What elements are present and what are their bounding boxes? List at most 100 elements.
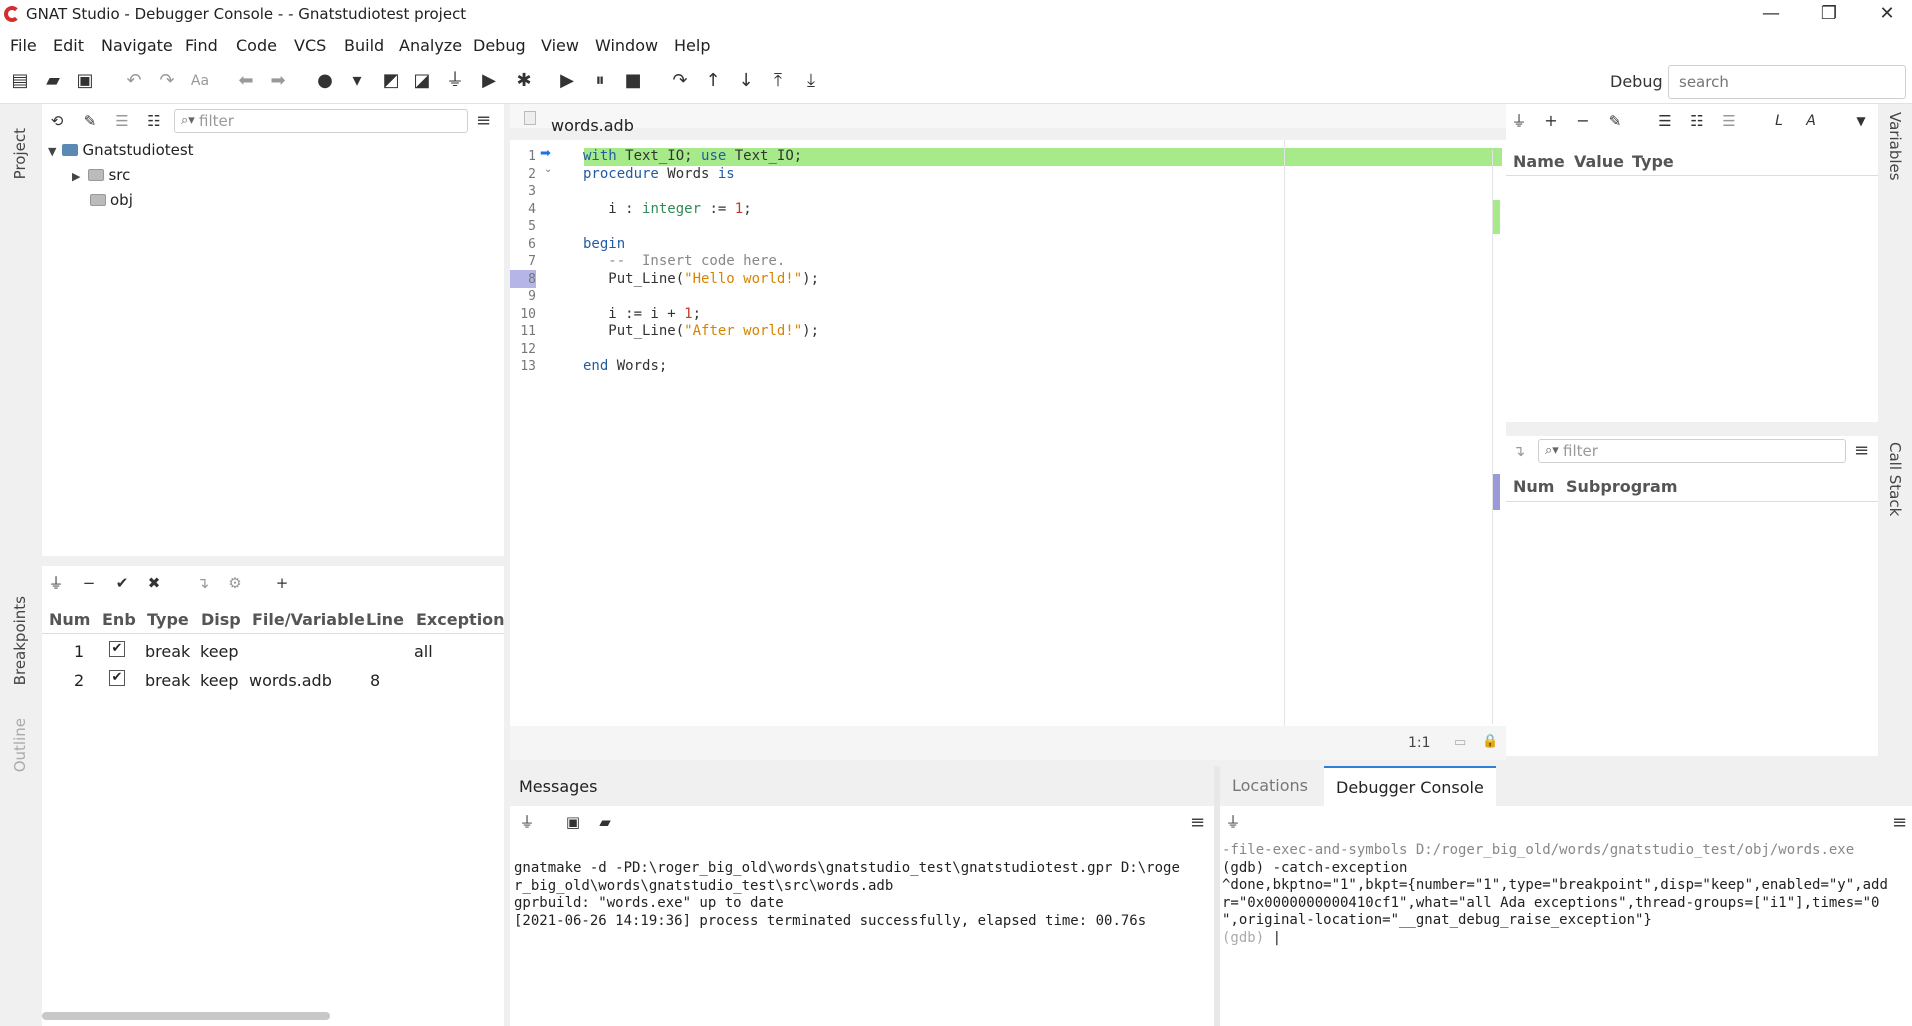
menu-code[interactable]: Code xyxy=(236,36,277,55)
col-enb[interactable]: Enb xyxy=(102,610,136,629)
col-value[interactable]: Value xyxy=(1574,152,1624,171)
compile-check-icon[interactable]: ● xyxy=(314,70,336,92)
tab-project[interactable]: Project xyxy=(11,128,29,179)
callstack-menu-icon[interactable]: ≡ xyxy=(1854,440,1869,461)
chevron-down-icon[interactable]: ▼ xyxy=(48,145,56,158)
debug-run-icon[interactable]: ✱ xyxy=(513,70,535,92)
refresh-icon[interactable]: ⟲ xyxy=(46,110,68,132)
console-output[interactable]: -file-exec-and-symbols D:/roger_big_old/… xyxy=(1222,842,1910,947)
tab-call-stack[interactable]: Call Stack xyxy=(1886,442,1904,516)
back-arrow-icon[interactable]: ⬅ xyxy=(235,70,257,92)
menu-debug[interactable]: Debug xyxy=(473,36,526,55)
build-all-icon[interactable]: ◪ xyxy=(411,70,433,92)
local-vars-icon[interactable]: L xyxy=(1768,110,1790,132)
tab-variables[interactable]: Variables xyxy=(1886,112,1904,181)
menu-window[interactable]: Window xyxy=(595,36,658,55)
col-num[interactable]: Num xyxy=(49,610,90,629)
gear-icon[interactable]: ⚙ xyxy=(224,572,246,594)
table-row[interactable]: 1 ✔ break keep all xyxy=(42,638,504,666)
col-type[interactable]: Type xyxy=(1632,152,1674,171)
menu-find[interactable]: Find xyxy=(185,36,218,55)
step-into-icon[interactable]: ↓ xyxy=(735,70,757,92)
step-down-icon[interactable]: ⤓ xyxy=(800,70,822,92)
save-icon[interactable]: ▣ xyxy=(562,811,584,833)
font-case-icon[interactable]: Aa xyxy=(189,70,211,92)
tab-breakpoints[interactable]: Breakpoints xyxy=(11,596,29,685)
menu-navigate[interactable]: Navigate xyxy=(101,36,173,55)
col-line[interactable]: Line xyxy=(366,610,404,629)
project-filter-input[interactable]: ⌕▾ filter xyxy=(174,109,468,133)
menu-help[interactable]: Help xyxy=(674,36,710,55)
disable-icon[interactable]: ✖ xyxy=(143,572,165,594)
lock-icon[interactable]: 🔒 xyxy=(1482,734,1498,749)
tree-row-root[interactable]: ▼ Gnatstudiotest xyxy=(48,138,194,163)
close-button[interactable]: ✕ xyxy=(1858,0,1912,30)
build-icon[interactable]: ▾ xyxy=(346,70,368,92)
editor-scrollbar[interactable] xyxy=(1492,150,1500,724)
fold-chevron-icon[interactable]: ⌄ xyxy=(544,164,552,175)
splitter-left[interactable] xyxy=(0,556,504,566)
col-num[interactable]: Num xyxy=(1513,477,1554,496)
indent-icon[interactable]: ☰ xyxy=(1654,110,1676,132)
clear-icon[interactable]: ⏚ xyxy=(1222,811,1244,833)
splitter-right[interactable] xyxy=(1506,422,1878,436)
outdent-icon[interactable]: ☰ xyxy=(1718,110,1740,132)
clear-icon[interactable]: ⏚ xyxy=(516,811,538,833)
dropdown-icon[interactable]: ▼ xyxy=(1850,110,1872,132)
menu-file[interactable]: File xyxy=(10,36,37,55)
remove-icon[interactable]: − xyxy=(78,572,100,594)
table-row[interactable]: 2 ✔ break keep words.adb 8 xyxy=(42,667,504,695)
edit-pencil-icon[interactable]: ✎ xyxy=(79,110,101,132)
stop-icon[interactable]: ■ xyxy=(622,70,644,92)
messages-menu-icon[interactable]: ≡ xyxy=(1190,812,1205,833)
step-up-icon[interactable]: ↑ xyxy=(702,70,724,92)
col-exception[interactable]: Exception xyxy=(416,610,505,629)
goto-icon[interactable]: ↴ xyxy=(192,572,214,594)
new-file-icon[interactable]: ▤ xyxy=(9,70,31,92)
goto-icon[interactable]: ↴ xyxy=(1508,440,1530,462)
list-icon[interactable]: ☷ xyxy=(143,110,165,132)
menu-edit[interactable]: Edit xyxy=(53,36,84,55)
arguments-icon[interactable]: A xyxy=(1800,110,1822,132)
col-name[interactable]: Name xyxy=(1513,152,1565,171)
chevron-right-icon[interactable]: ▶ xyxy=(72,170,80,183)
add-icon[interactable]: + xyxy=(271,572,293,594)
readonly-icon[interactable]: ▭ xyxy=(1454,735,1466,750)
horizontal-scrollbar[interactable] xyxy=(42,1012,330,1020)
messages-title[interactable]: Messages xyxy=(519,777,597,796)
enable-icon[interactable]: ✔ xyxy=(111,572,133,594)
menu-vcs[interactable]: VCS xyxy=(294,36,326,55)
search-input[interactable] xyxy=(1668,65,1906,99)
console-menu-icon[interactable]: ≡ xyxy=(1892,812,1907,833)
col-file[interactable]: File/Variable xyxy=(252,610,365,629)
col-disp[interactable]: Disp xyxy=(201,610,241,629)
forward-arrow-icon[interactable]: ➡ xyxy=(267,70,289,92)
pause-icon[interactable]: ⏸ xyxy=(589,70,611,92)
open-folder-icon[interactable]: ▰ xyxy=(594,811,616,833)
clear-icon[interactable]: ⏚ xyxy=(45,572,67,594)
restore-button[interactable]: ❐ xyxy=(1800,0,1858,30)
project-menu-icon[interactable]: ≡ xyxy=(476,110,491,131)
save-icon[interactable]: ▣ xyxy=(74,70,96,92)
enabled-checkbox[interactable]: ✔ xyxy=(109,641,125,657)
collapse-icon[interactable]: ☰ xyxy=(111,110,133,132)
add-icon[interactable]: + xyxy=(1540,110,1562,132)
tab-outline[interactable]: Outline xyxy=(11,718,29,772)
step-out-icon[interactable]: ⤒ xyxy=(767,70,789,92)
tree-row-obj[interactable]: obj xyxy=(90,188,133,213)
step-over-icon[interactable]: ↷ xyxy=(669,70,691,92)
menu-analyze[interactable]: Analyze xyxy=(399,36,462,55)
enabled-checkbox[interactable]: ✔ xyxy=(109,670,125,686)
clear-icon[interactable]: ⏚ xyxy=(1508,110,1530,132)
run-icon[interactable]: ▶ xyxy=(478,70,500,92)
list-icon[interactable]: ☷ xyxy=(1686,110,1708,132)
clean-icon[interactable]: ⏚ xyxy=(444,70,466,92)
undo-icon[interactable]: ↶ xyxy=(123,70,145,92)
continue-icon[interactable]: ▶ xyxy=(556,70,578,92)
open-folder-icon[interactable]: ▰ xyxy=(42,70,64,92)
callstack-filter-input[interactable]: ⌕▾ filter xyxy=(1538,439,1846,463)
tab-debugger-console[interactable]: Debugger Console xyxy=(1324,766,1496,806)
edit-pencil-icon[interactable]: ✎ xyxy=(1604,110,1626,132)
build-main-icon[interactable]: ◩ xyxy=(380,70,402,92)
remove-icon[interactable]: − xyxy=(1572,110,1594,132)
